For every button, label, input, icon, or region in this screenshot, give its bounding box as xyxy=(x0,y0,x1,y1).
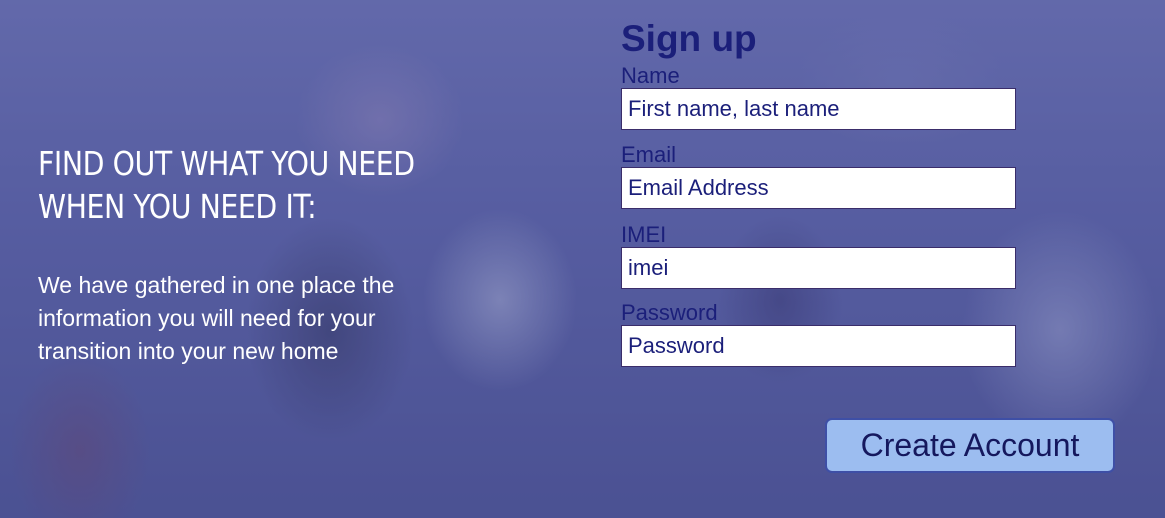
signup-title: Sign up xyxy=(621,18,757,59)
password-label: Password xyxy=(621,300,718,325)
email-field-group: Email xyxy=(621,143,1121,209)
imei-label: IMEI xyxy=(621,222,667,247)
password-input[interactable] xyxy=(621,325,1016,367)
password-field-group: Password xyxy=(621,301,1121,367)
imei-field-group: IMEI xyxy=(621,223,1121,289)
create-account-button[interactable]: Create Account xyxy=(825,418,1115,473)
name-input[interactable] xyxy=(621,88,1016,130)
name-field-group: Name xyxy=(621,64,1121,130)
signup-form: Sign up Name Email IMEI Password xyxy=(621,14,1121,382)
signup-page: FIND OUT WHAT YOU NEED WHEN YOU NEED IT:… xyxy=(0,0,1165,518)
imei-input[interactable] xyxy=(621,247,1016,289)
intro-description: We have gathered in one place the inform… xyxy=(38,272,395,364)
email-input[interactable] xyxy=(621,167,1016,209)
intro-section: FIND OUT WHAT YOU NEED WHEN YOU NEED IT:… xyxy=(38,142,508,368)
email-label: Email xyxy=(621,142,677,167)
name-label: Name xyxy=(621,63,680,88)
intro-heading: FIND OUT WHAT YOU NEED WHEN YOU NEED IT: xyxy=(38,144,415,226)
